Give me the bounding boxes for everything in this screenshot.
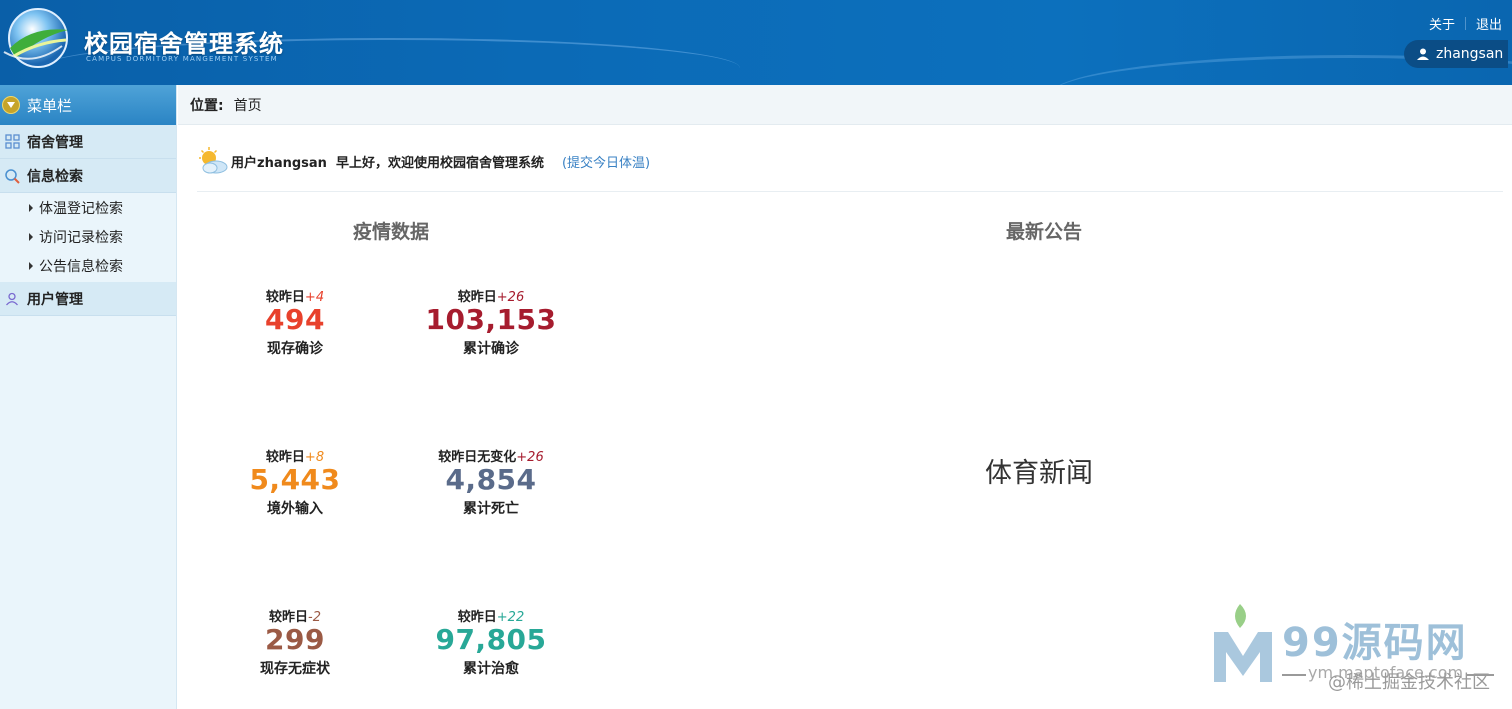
sidebar-subitem-temperature-search[interactable]: 体温登记检索 — [0, 193, 176, 222]
sidebar-subitem-notice-search[interactable]: 公告信息检索 — [0, 251, 176, 280]
watermark: 99源码网 ym.maptoface.com @稀土掘金技术社区 — [1208, 602, 1508, 697]
user-icon — [1417, 48, 1429, 60]
brand-logo-icon — [1214, 604, 1272, 682]
stat-imported: 较昨日+8 5,443 境外输入 — [215, 446, 375, 518]
sidebar-subitem-label: 访问记录检索 — [39, 229, 123, 246]
about-link[interactable]: 关于 — [1429, 14, 1455, 33]
stat-total-confirmed: 较昨日+26 103,153 累计确诊 — [411, 286, 571, 358]
stat-label: 累计死亡 — [463, 501, 519, 517]
sidebar-item-user-management[interactable]: 用户管理 — [0, 282, 176, 316]
sidebar: 菜单栏 宿舍管理 信息检索 体温登记检索 访问记录检索 公告信息检索 用户管理 — [0, 85, 177, 709]
caret-right-icon — [29, 203, 33, 212]
header-banner: 校园宿舍管理系统 CAMPUS DORMITORY MANGEMENT SYST… — [0, 0, 1512, 85]
sidebar-item-label: 宿舍管理 — [27, 134, 83, 151]
stat-current-confirmed: 较昨日+4 494 现存确诊 — [215, 286, 375, 358]
weather-sun-cloud-icon — [199, 147, 228, 174]
news-item[interactable]: 体育新闻 — [985, 451, 1093, 490]
search-icon — [4, 168, 20, 184]
stat-value: 494 — [265, 303, 325, 336]
welcome-banner: 用户zhangsan 早上好，欢迎使用校园宿舍管理系统 (提交今日体温) — [197, 145, 1503, 192]
user-icon — [4, 291, 20, 307]
watermark-community: @稀土掘金技术社区 — [1328, 672, 1490, 693]
sidebar-subitem-label: 体温登记检索 — [39, 200, 123, 217]
stat-value: 299 — [265, 623, 325, 656]
caret-right-icon — [29, 261, 33, 270]
divider — [1464, 17, 1466, 30]
stat-label: 累计确诊 — [463, 341, 519, 357]
sidebar-item-info-search[interactable]: 信息检索 — [0, 159, 176, 193]
username: zhangsan — [1436, 46, 1504, 62]
sidebar-subitem-visit-search[interactable]: 访问记录检索 — [0, 222, 176, 251]
welcome-text: 用户zhangsan 早上好，欢迎使用校园宿舍管理系统 — [231, 155, 544, 171]
stat-value: 103,153 — [425, 303, 557, 336]
divider — [1466, 674, 1494, 676]
watermark-brand: 99源码网 — [1282, 620, 1468, 666]
logout-link[interactable]: 退出 — [1476, 14, 1502, 33]
caret-right-icon — [29, 232, 33, 241]
menu-header[interactable]: 菜单栏 — [0, 85, 176, 125]
system-title: 校园宿舍管理系统 — [84, 30, 284, 58]
stat-value: 5,443 — [249, 463, 341, 496]
stat-total-recovered: 较昨日+22 97,805 累计治愈 — [411, 606, 571, 678]
epidemic-section-title: 疫情数据 — [353, 221, 430, 243]
stat-label: 现存无症状 — [260, 661, 330, 677]
grid-icon — [4, 134, 20, 150]
stat-current-asymptomatic: 较昨日-2 299 现存无症状 — [215, 606, 375, 678]
breadcrumb-current[interactable]: 首页 — [234, 95, 262, 115]
chevron-down-icon — [2, 96, 20, 114]
breadcrumb-label: 位置: — [190, 97, 224, 114]
stat-label: 境外输入 — [267, 501, 323, 517]
breadcrumb: 位置: 首页 — [178, 85, 1512, 125]
stat-total-deaths: 较昨日无变化+26 4,854 累计死亡 — [411, 446, 571, 518]
sidebar-item-label: 信息检索 — [27, 168, 83, 185]
stat-value: 97,805 — [435, 623, 547, 656]
sidebar-subitem-label: 公告信息检索 — [39, 258, 123, 275]
submit-temperature-link[interactable]: (提交今日体温) — [562, 152, 650, 171]
stat-label: 现存确诊 — [267, 341, 323, 357]
menu-title: 菜单栏 — [27, 96, 73, 115]
notice-section-title: 最新公告 — [1006, 221, 1083, 243]
divider — [1282, 674, 1306, 676]
stat-label: 累计治愈 — [463, 661, 519, 677]
sidebar-item-dorm-management[interactable]: 宿舍管理 — [0, 125, 176, 159]
sidebar-item-label: 用户管理 — [27, 291, 83, 308]
top-links: 关于 退出 — [1429, 14, 1502, 33]
user-badge[interactable]: zhangsan — [1404, 40, 1508, 68]
stat-value: 4,854 — [445, 463, 537, 496]
globe-logo-icon — [3, 8, 68, 68]
system-subtitle: CAMPUS DORMITORY MANGEMENT SYSTEM — [86, 55, 278, 63]
